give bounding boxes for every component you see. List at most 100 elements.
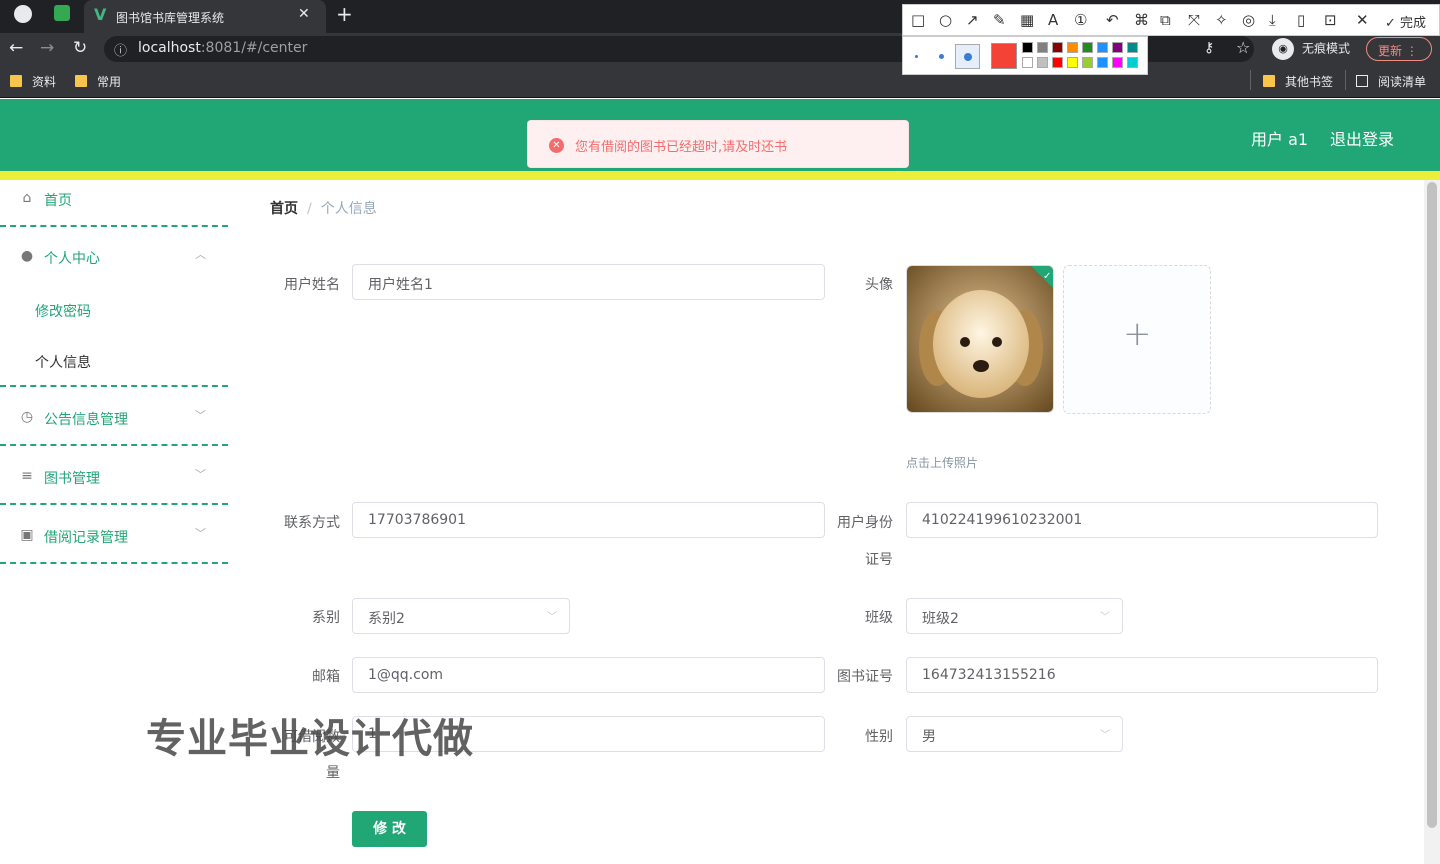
tab-close-icon[interactable]: ✕ — [298, 6, 310, 22]
pen-tool-icon[interactable]: ✎ — [993, 11, 1006, 29]
color-swatch[interactable] — [1097, 42, 1108, 53]
email-input[interactable]: 1@qq.com — [352, 657, 825, 693]
breadcrumb-current: 个人信息 — [320, 201, 377, 217]
avatar-label: 头像 — [865, 277, 893, 293]
bookmark-folder-1[interactable]: 资料 — [10, 73, 56, 90]
done-label: 完成 — [1400, 16, 1427, 31]
download-icon[interactable]: ⤓ — [1269, 11, 1276, 29]
borrowable-label-line2: 量 — [326, 765, 340, 781]
chevron-down-icon: ﹀ — [1100, 612, 1110, 623]
color-swatch[interactable] — [1097, 57, 1108, 68]
color-swatch[interactable] — [1037, 57, 1048, 68]
browser-tab[interactable]: V 图书馆书库管理系统 ✕ — [84, 0, 326, 33]
record-tool-icon[interactable]: ◎ — [1242, 11, 1255, 29]
rectangle-tool-icon[interactable]: □ — [911, 11, 925, 29]
username-input[interactable]: 用户姓名1 — [352, 264, 825, 300]
bookmark-divider — [1345, 70, 1346, 90]
size-medium[interactable] — [939, 54, 944, 59]
bookmark-folder-2[interactable]: 常用 — [75, 73, 121, 90]
breadcrumb-home[interactable]: 首页 — [270, 201, 298, 217]
puppy-photo: ✓ — [907, 266, 1053, 412]
sidebar-divider — [0, 444, 228, 446]
sidebar-divider — [0, 385, 228, 387]
chevron-down-icon: ﹀ — [195, 468, 206, 481]
phone-icon[interactable]: ▯ — [1297, 11, 1305, 29]
library-card-input[interactable]: 164732413155216 — [906, 657, 1378, 693]
reading-list-label: 阅读清单 — [1378, 75, 1427, 89]
idcard-input[interactable]: 410224199610232001 — [906, 502, 1378, 538]
class-value: 班级2 — [922, 611, 959, 627]
magic-tool-icon[interactable]: ✧ — [1215, 11, 1228, 29]
color-swatch[interactable] — [1127, 42, 1138, 53]
current-color-swatch[interactable] — [991, 43, 1017, 69]
translate-tool-icon[interactable]: ⧉ — [1160, 11, 1171, 29]
color-swatch[interactable] — [1082, 57, 1093, 68]
back-icon[interactable]: ← — [9, 38, 23, 58]
reading-list-icon — [1356, 75, 1368, 87]
ellipse-tool-icon[interactable]: ○ — [939, 11, 952, 29]
department-select[interactable]: 系别2 ﹀ — [352, 598, 570, 634]
text-tool-icon[interactable]: A — [1048, 11, 1058, 29]
size-small[interactable] — [915, 55, 918, 58]
color-swatch[interactable] — [1052, 57, 1063, 68]
color-swatch[interactable] — [1112, 42, 1123, 53]
scrollbar-thumb[interactable] — [1427, 182, 1437, 828]
sidebar-divider — [0, 562, 228, 564]
color-swatch[interactable] — [1067, 42, 1078, 53]
update-button[interactable]: 更新 ⋮ — [1366, 37, 1432, 61]
avatar-image[interactable]: ✓ — [906, 265, 1054, 413]
idcard-label-line2: 证号 — [865, 552, 893, 568]
sidebar-item-label: 公告信息管理 — [44, 412, 128, 428]
sidebar-subitem-change-password[interactable]: 修改密码 — [35, 301, 91, 321]
error-icon: ✕ — [549, 138, 564, 153]
color-swatch[interactable] — [1112, 57, 1123, 68]
phone-input[interactable]: 17703786901 — [352, 502, 825, 538]
color-swatch[interactable] — [1067, 57, 1078, 68]
mosaic-tool-icon[interactable]: ▦ — [1020, 11, 1034, 29]
number-tool-icon[interactable]: ① — [1074, 11, 1087, 29]
reading-list[interactable]: 阅读清单 — [1356, 73, 1426, 90]
color-swatch[interactable] — [1052, 42, 1063, 53]
chevron-down-icon: ﹀ — [195, 527, 206, 540]
logout-link[interactable]: 退出登录 — [1330, 126, 1394, 150]
url-text: localhost:8081/#/center — [138, 40, 307, 56]
color-swatch[interactable] — [1127, 57, 1138, 68]
sidebar-item-label: 借阅记录管理 — [44, 530, 128, 546]
color-swatch[interactable] — [1037, 42, 1048, 53]
pin-tool-icon[interactable]: ⌘ — [1134, 11, 1149, 29]
bookmark-tool-icon[interactable]: ⊡ — [1324, 11, 1337, 29]
sidebar-divider — [0, 225, 228, 227]
cancel-icon[interactable]: ✕ — [1356, 11, 1369, 29]
key-icon[interactable]: ⚷ — [1204, 40, 1214, 56]
gender-select[interactable]: 男 ﹀ — [906, 716, 1123, 752]
forward-icon[interactable]: → — [40, 38, 54, 58]
undo-icon[interactable]: ↶ — [1106, 11, 1119, 29]
class-select[interactable]: 班级2 ﹀ — [906, 598, 1123, 634]
color-swatch[interactable] — [1022, 57, 1033, 68]
size-large[interactable] — [955, 44, 980, 69]
tab-search-icon[interactable] — [54, 5, 70, 21]
avatar-upload-box[interactable]: + — [1063, 265, 1211, 414]
browser-menu-icon[interactable] — [14, 5, 32, 23]
clipboard-icon: ▣ — [20, 527, 34, 543]
incognito-indicator[interactable]: ◉ 无痕模式 — [1272, 38, 1350, 60]
color-swatch[interactable] — [1082, 42, 1093, 53]
sidebar-item-label: 首页 — [44, 193, 72, 209]
expand-tool-icon[interactable]: ⤧ — [1188, 11, 1200, 29]
submit-button[interactable]: 修 改 — [352, 811, 427, 847]
plus-icon: + — [1123, 314, 1152, 354]
done-button[interactable]: ✓ 完成 — [1385, 12, 1426, 31]
site-info-icon[interactable]: ⓘ — [114, 40, 127, 59]
bookmarks-bar — [0, 66, 1440, 98]
arrow-tool-icon[interactable]: ↗ — [966, 11, 979, 29]
sidebar-item-label: 个人中心 — [44, 251, 100, 267]
url-host: localhost — [138, 40, 201, 56]
new-tab-icon[interactable]: + — [336, 2, 353, 26]
bookmark-star-icon[interactable]: ☆ — [1236, 38, 1250, 57]
header-accent-bar — [0, 171, 1440, 180]
sidebar-subitem-personal-info[interactable]: 个人信息 — [35, 352, 91, 372]
screenshot-style-panel — [902, 36, 1148, 75]
reload-icon[interactable]: ↻ — [73, 38, 87, 58]
other-bookmarks[interactable]: 其他书签 — [1263, 73, 1333, 90]
color-swatch[interactable] — [1022, 42, 1033, 53]
